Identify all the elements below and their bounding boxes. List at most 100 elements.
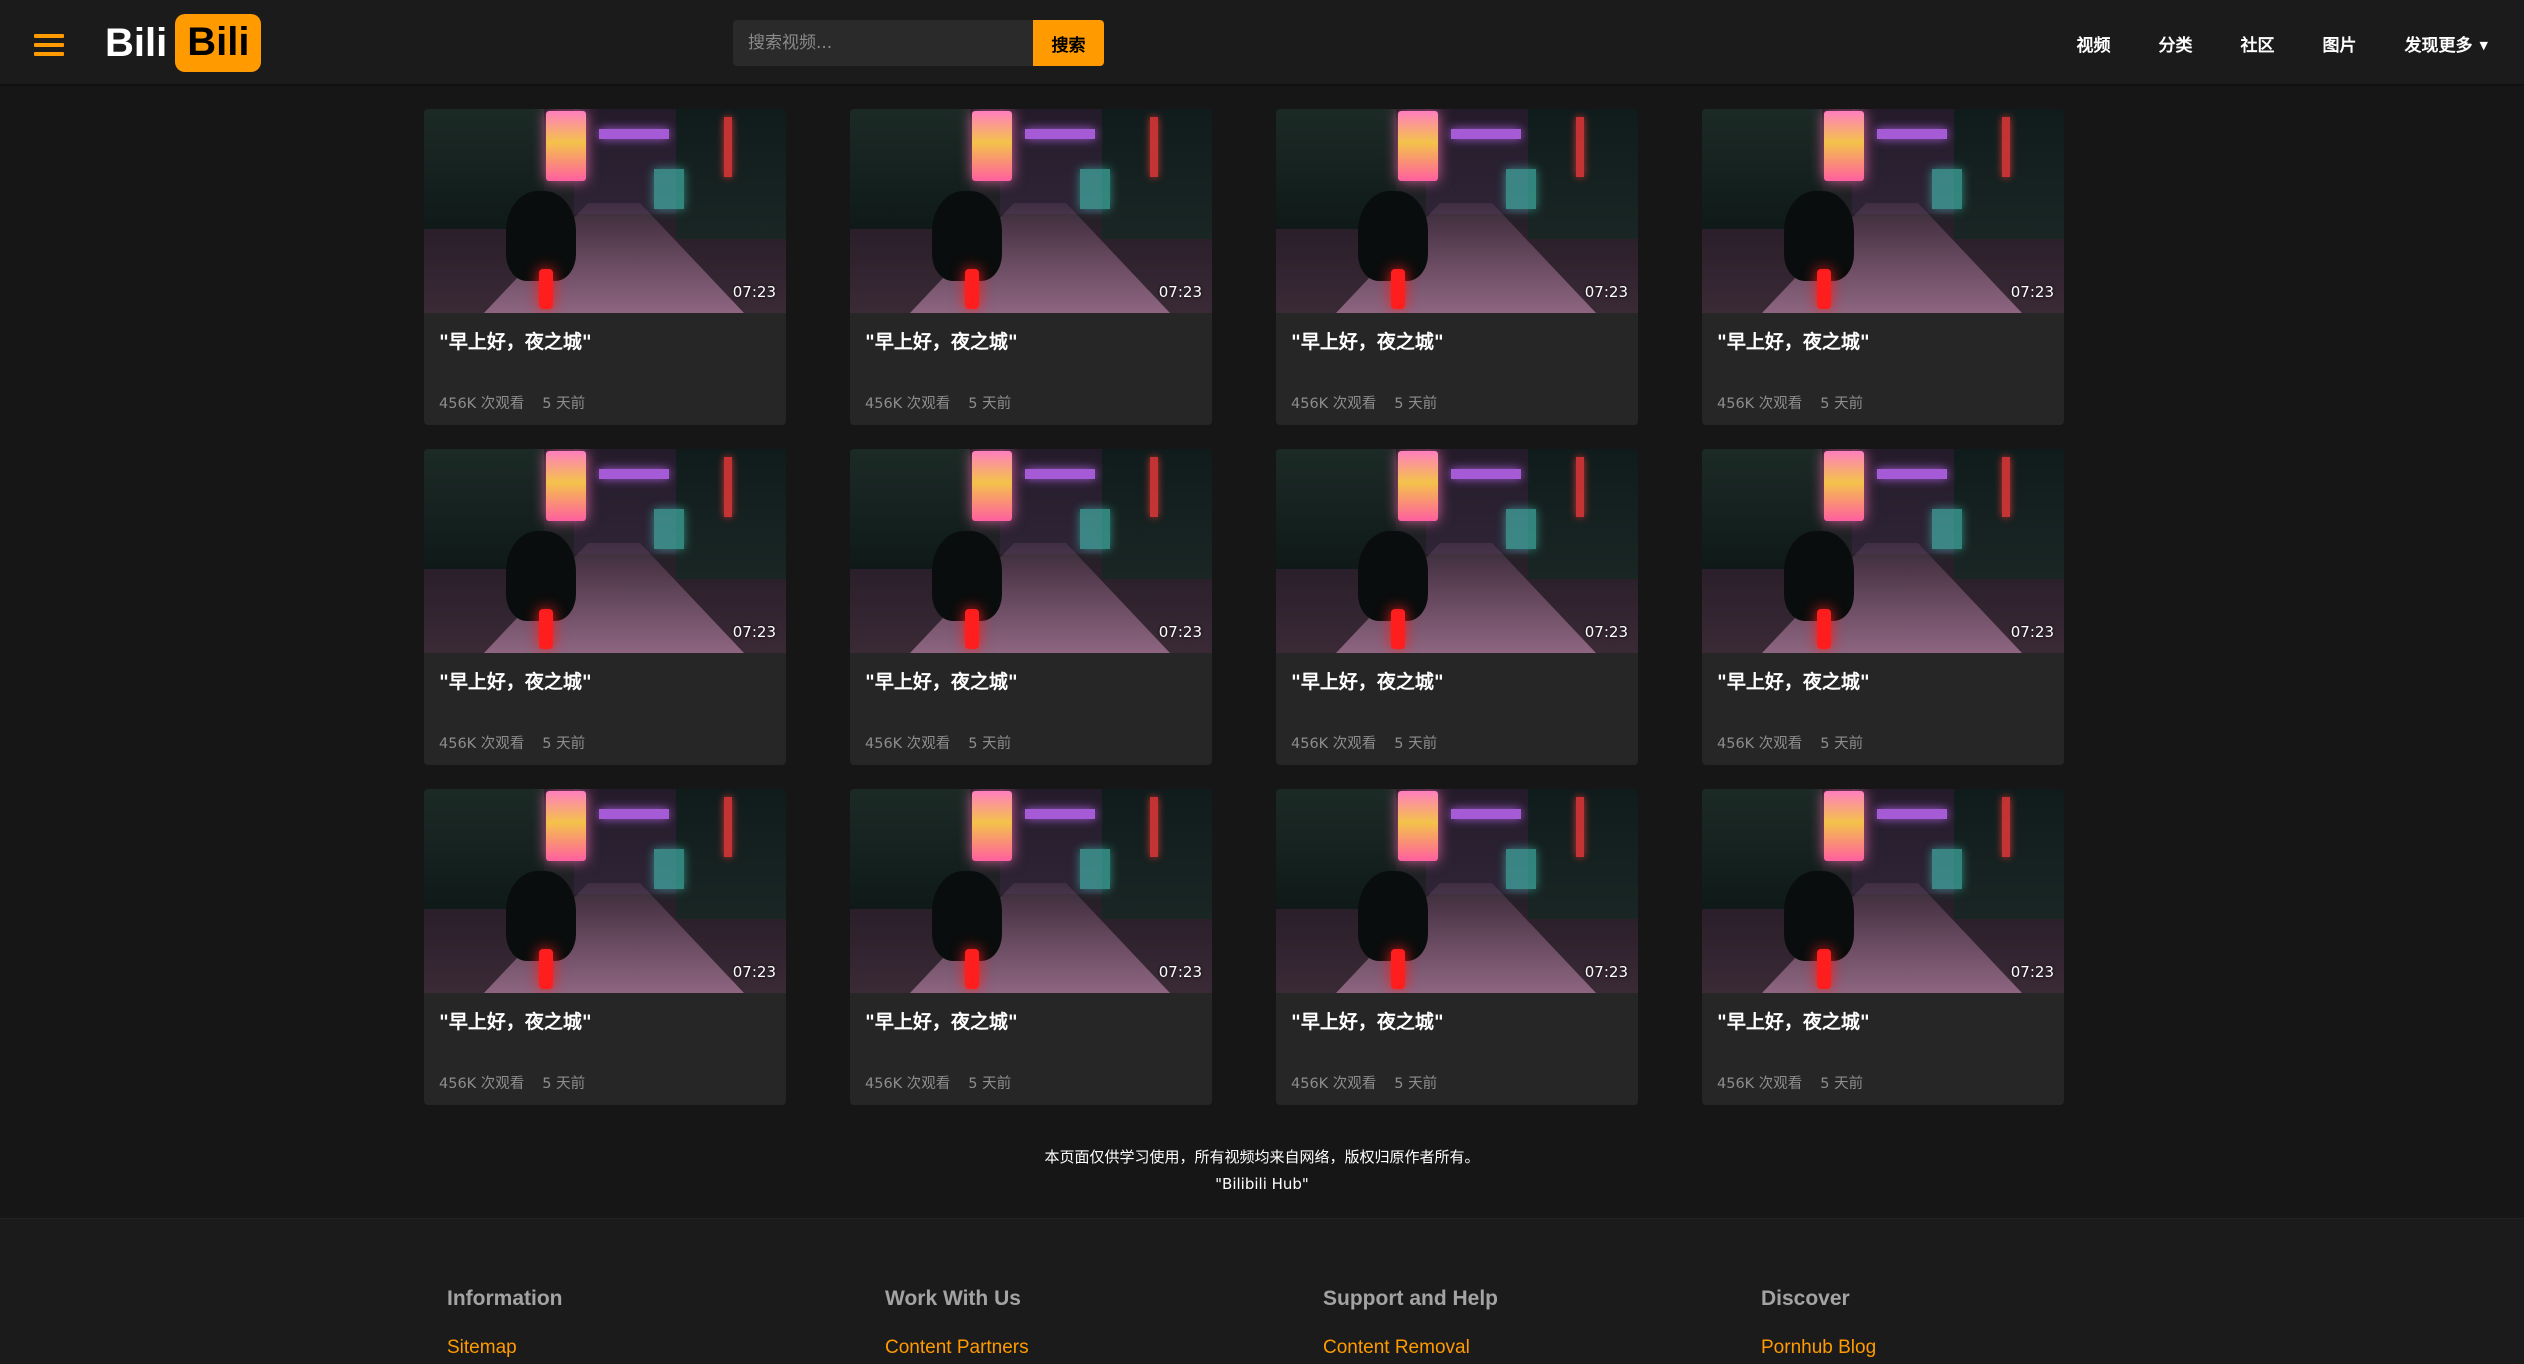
- video-title[interactable]: "早上好，夜之城": [1717, 327, 2064, 354]
- footer-link-sitemap[interactable]: Sitemap: [447, 1337, 563, 1359]
- search-input[interactable]: [733, 20, 1033, 66]
- video-duration: 07:23: [1584, 963, 1628, 981]
- video-age: 5 天前: [968, 396, 1012, 412]
- video-title[interactable]: "早上好，夜之城": [439, 327, 786, 354]
- nav-more-label: 发现更多: [2404, 35, 2473, 56]
- footer-link-content-partners[interactable]: Content Partners: [885, 1337, 1029, 1359]
- nav-item-categories[interactable]: 分类: [2159, 31, 2193, 56]
- video-thumbnail[interactable]: 07:23: [1702, 789, 2064, 993]
- footer-link-content-removal[interactable]: Content Removal: [1323, 1337, 1498, 1359]
- video-card[interactable]: 07:23 "早上好，夜之城" 456K 次观看 5 天前: [424, 449, 786, 765]
- site-name-text: "Bilibili Hub": [1215, 1175, 1309, 1193]
- top-header: Bili Bili 搜索 视频 分类 社区 图片 发现更多 ▼: [0, 0, 2524, 86]
- video-thumbnail[interactable]: 07:23: [1276, 789, 1638, 993]
- footer: Information Sitemap Work With Us Content…: [0, 1218, 2524, 1364]
- video-meta: 456K 次观看 5 天前: [439, 392, 786, 413]
- video-title[interactable]: "早上好，夜之城": [439, 1007, 786, 1034]
- video-card[interactable]: 07:23 "早上好，夜之城" 456K 次观看 5 天前: [1276, 449, 1638, 765]
- footer-heading: Discover: [1761, 1287, 1850, 1310]
- video-duration: 07:23: [2010, 963, 2054, 981]
- video-thumbnail[interactable]: 07:23: [1276, 109, 1638, 313]
- search-button[interactable]: 搜索: [1033, 20, 1104, 66]
- video-meta: 456K 次观看 5 天前: [865, 392, 1212, 413]
- video-card[interactable]: 07:23 "早上好，夜之城" 456K 次观看 5 天前: [424, 109, 786, 425]
- nav-item-videos[interactable]: 视频: [2077, 31, 2111, 56]
- video-age: 5 天前: [542, 736, 586, 752]
- video-title[interactable]: "早上好，夜之城": [1291, 327, 1638, 354]
- nav-item-discover-more[interactable]: 发现更多 ▼: [2405, 31, 2488, 56]
- logo-text-right: Bili: [175, 14, 262, 72]
- footer-column-discover: Discover Pornhub Blog: [1761, 1287, 1876, 1359]
- video-card[interactable]: 07:23 "早上好，夜之城" 456K 次观看 5 天前: [850, 449, 1212, 765]
- video-age: 5 天前: [542, 1076, 586, 1092]
- video-age: 5 天前: [1394, 736, 1438, 752]
- video-title[interactable]: "早上好，夜之城": [1291, 1007, 1638, 1034]
- video-meta: 456K 次观看 5 天前: [1291, 1072, 1638, 1093]
- video-views: 456K 次观看: [1291, 1076, 1377, 1092]
- video-card[interactable]: 07:23 "早上好，夜之城" 456K 次观看 5 天前: [424, 789, 786, 1105]
- video-age: 5 天前: [1820, 396, 1864, 412]
- video-thumbnail[interactable]: 07:23: [424, 109, 786, 313]
- footer-heading: Support and Help: [1323, 1287, 1498, 1310]
- video-title[interactable]: "早上好，夜之城": [865, 327, 1212, 354]
- logo-text-left: Bili: [105, 20, 168, 65]
- video-duration: 07:23: [1158, 963, 1202, 981]
- video-age: 5 天前: [968, 736, 1012, 752]
- footer-heading: Information: [447, 1287, 563, 1310]
- video-meta: 456K 次观看 5 天前: [439, 732, 786, 753]
- video-card[interactable]: 07:23 "早上好，夜之城" 456K 次观看 5 天前: [1702, 449, 2064, 765]
- video-views: 456K 次观看: [865, 736, 951, 752]
- video-duration: 07:23: [2010, 283, 2054, 301]
- video-duration: 07:23: [732, 623, 776, 641]
- video-title[interactable]: "早上好，夜之城": [439, 667, 786, 694]
- video-title[interactable]: "早上好，夜之城": [865, 667, 1212, 694]
- video-card[interactable]: 07:23 "早上好，夜之城" 456K 次观看 5 天前: [850, 789, 1212, 1105]
- site-logo[interactable]: Bili Bili: [105, 14, 262, 72]
- video-card[interactable]: 07:23 "早上好，夜之城" 456K 次观看 5 天前: [1276, 109, 1638, 425]
- video-meta: 456K 次观看 5 天前: [1291, 392, 1638, 413]
- video-age: 5 天前: [968, 1076, 1012, 1092]
- video-thumbnail[interactable]: 07:23: [424, 789, 786, 993]
- video-meta: 456K 次观看 5 天前: [439, 1072, 786, 1093]
- hamburger-menu-icon[interactable]: [34, 34, 64, 56]
- video-thumbnail[interactable]: 07:23: [850, 449, 1212, 653]
- footer-column-support: Support and Help Content Removal: [1323, 1287, 1498, 1359]
- video-card[interactable]: 07:23 "早上好，夜之城" 456K 次观看 5 天前: [850, 109, 1212, 425]
- video-age: 5 天前: [1394, 396, 1438, 412]
- video-title[interactable]: "早上好，夜之城": [865, 1007, 1212, 1034]
- main-nav: 视频 分类 社区 图片 发现更多 ▼: [2077, 0, 2524, 86]
- video-views: 456K 次观看: [1717, 1076, 1803, 1092]
- video-meta: 456K 次观看 5 天前: [1291, 732, 1638, 753]
- video-thumbnail[interactable]: 07:23: [850, 789, 1212, 993]
- video-title[interactable]: "早上好，夜之城": [1717, 1007, 2064, 1034]
- video-views: 456K 次观看: [865, 396, 951, 412]
- video-thumbnail[interactable]: 07:23: [850, 109, 1212, 313]
- footer-column-information: Information Sitemap: [447, 1287, 563, 1359]
- video-views: 456K 次观看: [439, 1076, 525, 1092]
- video-meta: 456K 次观看 5 天前: [1717, 1072, 2064, 1093]
- video-meta: 456K 次观看 5 天前: [865, 732, 1212, 753]
- video-duration: 07:23: [2010, 623, 2054, 641]
- footer-heading: Work With Us: [885, 1287, 1021, 1310]
- video-thumbnail[interactable]: 07:23: [1276, 449, 1638, 653]
- video-views: 456K 次观看: [1717, 396, 1803, 412]
- video-thumbnail[interactable]: 07:23: [424, 449, 786, 653]
- video-card[interactable]: 07:23 "早上好，夜之城" 456K 次观看 5 天前: [1276, 789, 1638, 1105]
- video-duration: 07:23: [1584, 283, 1628, 301]
- video-duration: 07:23: [1158, 623, 1202, 641]
- video-duration: 07:23: [732, 283, 776, 301]
- video-views: 456K 次观看: [865, 1076, 951, 1092]
- footer-link-blog[interactable]: Pornhub Blog: [1761, 1337, 1876, 1359]
- video-title[interactable]: "早上好，夜之城": [1717, 667, 2064, 694]
- nav-item-community[interactable]: 社区: [2241, 31, 2275, 56]
- video-card[interactable]: 07:23 "早上好，夜之城" 456K 次观看 5 天前: [1702, 789, 2064, 1105]
- video-duration: 07:23: [1158, 283, 1202, 301]
- disclaimer-text: 本页面仅供学习使用，所有视频均来自网络，版权归原作者所有。: [1044, 1148, 1480, 1166]
- video-card[interactable]: 07:23 "早上好，夜之城" 456K 次观看 5 天前: [1702, 109, 2064, 425]
- disclaimer-notice: 本页面仅供学习使用，所有视频均来自网络，版权归原作者所有。 "Bilibili …: [0, 1146, 2524, 1193]
- video-views: 456K 次观看: [1717, 736, 1803, 752]
- video-title[interactable]: "早上好，夜之城": [1291, 667, 1638, 694]
- nav-item-pictures[interactable]: 图片: [2323, 31, 2357, 56]
- video-thumbnail[interactable]: 07:23: [1702, 109, 2064, 313]
- video-thumbnail[interactable]: 07:23: [1702, 449, 2064, 653]
